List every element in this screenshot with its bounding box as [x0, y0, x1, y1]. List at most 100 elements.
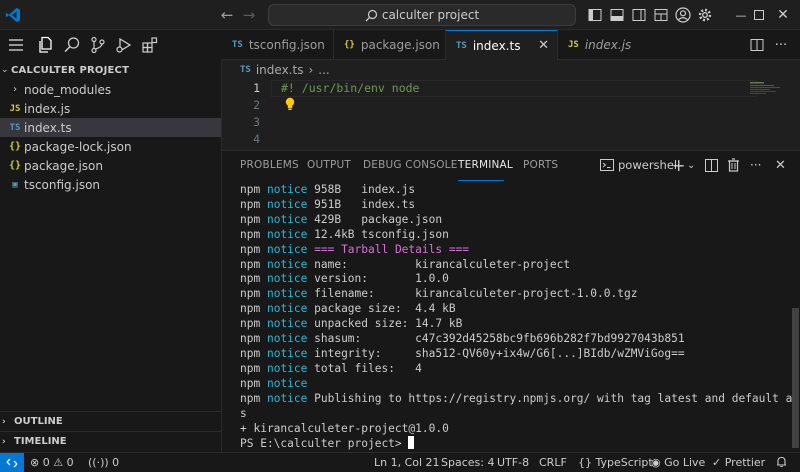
terminal-line: npm notice [240, 376, 308, 390]
indentation[interactable]: Spaces: 4 [441, 456, 494, 469]
active-tab-indicator [458, 180, 504, 181]
error-count: 0 [42, 456, 50, 469]
tree-item-tsconfig-json[interactable]: ▣ tsconfig.json [0, 175, 221, 194]
explorer-title[interactable]: CALCULTER PROJECT [11, 65, 129, 76]
status-bar: ⊗ 0 ⚠ 0 ((·)) 0 Ln 1, Col 21 Spaces: 4 U… [0, 452, 800, 472]
lightbulb-icon[interactable] [284, 97, 296, 114]
terminal-line: npm notice shasum: c47c392d45258bc9fb696… [240, 332, 685, 346]
tree-item-package-json[interactable]: {} package.json [0, 156, 221, 175]
ts-file-icon: TS [456, 40, 467, 51]
json-file-icon: {} [8, 160, 22, 171]
ports-indicator[interactable]: ((·)) 0 [88, 456, 119, 469]
breadcrumb-more[interactable]: ... [318, 63, 329, 77]
tab-label: package.json [360, 38, 440, 52]
breadcrumb-file[interactable]: index.ts [256, 63, 304, 77]
chevron-down-icon[interactable]: ⌄ [687, 156, 695, 174]
command-center-text: calculter project [381, 8, 480, 22]
tab-problems[interactable]: PROBLEMS [240, 159, 299, 171]
tab-output[interactable]: OUTPUT [307, 159, 351, 171]
chevron-right-icon: › [2, 416, 6, 427]
customize-layout-icon[interactable] [652, 6, 670, 24]
run-debug-icon[interactable] [114, 35, 134, 55]
menu-icon[interactable] [6, 35, 26, 55]
title-bar: ← → calculter project — ✕ [0, 0, 800, 30]
toggle-panel-icon[interactable] [608, 6, 626, 24]
tab-index-ts[interactable]: TS index.ts ✕ [446, 30, 558, 60]
terminal-line: npm notice 12.4kB tsconfig.json [240, 227, 449, 241]
bell-icon[interactable] [776, 456, 787, 471]
prettier-status[interactable]: ✓ Prettier [712, 456, 765, 469]
outline-section[interactable]: › OUTLINE [0, 411, 221, 431]
terminal-line: + kirancalculeter-project@1.0.0 [240, 421, 449, 435]
toggle-sidebar-icon[interactable] [586, 6, 604, 24]
tab-ports[interactable]: PORTS [523, 159, 558, 171]
command-center-search[interactable]: calculter project [268, 4, 576, 26]
close-icon[interactable]: ✕ [538, 38, 549, 53]
line-number: 1 [253, 81, 260, 95]
end-of-line[interactable]: CRLF [539, 456, 567, 469]
tab-label: index.ts [472, 38, 521, 53]
new-terminal-icon[interactable]: + [672, 156, 685, 175]
search-icon[interactable] [62, 35, 82, 55]
terminal-line: npm notice integrity: sha512-QV60y+ix4w/… [240, 346, 685, 360]
tree-item-label: tsconfig.json [24, 177, 101, 192]
tree-item-label: index.ts [24, 120, 72, 135]
terminal-output[interactable]: npm notice 958B index.js npm notice 951B … [240, 183, 800, 452]
back-arrow-icon[interactable]: ← [218, 5, 236, 25]
encoding[interactable]: UTF-8 [497, 456, 529, 469]
prettier-label: Prettier [724, 456, 766, 469]
terminal-line: npm notice === Tarball Details === [240, 242, 470, 256]
more-actions-icon[interactable]: ··· [750, 156, 761, 174]
toggle-secondary-sidebar-icon[interactable] [630, 6, 648, 24]
chevron-right-icon: › [2, 436, 6, 447]
cursor-position[interactable]: Ln 1, Col 21 [374, 456, 440, 469]
settings-gear-icon[interactable] [696, 6, 714, 24]
remote-indicator-icon[interactable] [0, 453, 24, 472]
tree-item-node-modules[interactable]: › node_modules [0, 80, 221, 99]
minimap[interactable] [750, 80, 786, 100]
split-terminal-icon[interactable] [705, 156, 718, 174]
terminal-scrollbar[interactable] [792, 308, 799, 448]
terminal-profile[interactable]: powershell [600, 156, 680, 174]
problems-indicator[interactable]: ⊗ 0 ⚠ 0 [30, 456, 74, 469]
collapse-chevron-icon[interactable]: ⌄ [1, 65, 9, 75]
terminal-line: npm notice name: kirancalculeter-project [240, 257, 571, 271]
tree-item-index-js[interactable]: JS index.js [0, 99, 221, 118]
tab-label: tsconfig.json [248, 38, 325, 52]
tab-label: index.js [584, 38, 632, 52]
tab-debug-console[interactable]: DEBUG CONSOLE [363, 159, 458, 171]
vscode-logo-icon [0, 0, 26, 30]
terminal-line: npm notice 958B index.js [240, 183, 416, 196]
go-live-button[interactable]: ◉ Go Live [651, 456, 705, 469]
account-icon[interactable] [674, 6, 692, 24]
split-editor-icon[interactable] [748, 36, 766, 54]
code-editor[interactable]: 1 2 3 4 #! /usr/bin/env node [222, 80, 800, 150]
tab-package-json[interactable]: {} package.json [334, 30, 446, 60]
more-actions-icon[interactable]: ··· [772, 36, 790, 54]
forward-arrow-icon[interactable]: → [240, 5, 258, 25]
tab-terminal[interactable]: TERMINAL [458, 159, 513, 171]
language-mode[interactable]: {} TypeScript [578, 456, 653, 469]
warning-count: 0 [66, 456, 74, 469]
close-panel-icon[interactable]: ✕ [775, 156, 786, 174]
outline-label: OUTLINE [14, 416, 63, 427]
line-number: 3 [253, 115, 260, 129]
close-window-button[interactable]: ✕ [766, 0, 800, 30]
breadcrumb-separator: › [308, 63, 314, 77]
explorer-sidebar: ⌄ CALCULTER PROJECT › node_modules JS in… [0, 60, 222, 452]
trash-icon[interactable] [727, 156, 740, 174]
tree-item-label: index.js [24, 101, 71, 116]
timeline-section[interactable]: › TIMELINE [0, 431, 221, 451]
terminal-line: npm notice total files: 4 [240, 361, 422, 375]
tab-tsconfig-json[interactable]: TS tsconfig.json [222, 30, 334, 60]
explorer-icon[interactable] [36, 35, 56, 55]
tab-index-js[interactable]: JS index.js [558, 30, 638, 60]
extensions-icon[interactable] [140, 35, 160, 55]
terminal-line: npm notice filename: kirancalculeter-pro… [240, 287, 638, 301]
source-control-icon[interactable] [88, 35, 108, 55]
line-number: 4 [253, 132, 260, 146]
search-icon [365, 9, 377, 21]
json-file-icon: {} [8, 141, 22, 152]
tree-item-index-ts[interactable]: TS index.ts [0, 118, 221, 137]
tree-item-package-lock-json[interactable]: {} package-lock.json [0, 137, 221, 156]
